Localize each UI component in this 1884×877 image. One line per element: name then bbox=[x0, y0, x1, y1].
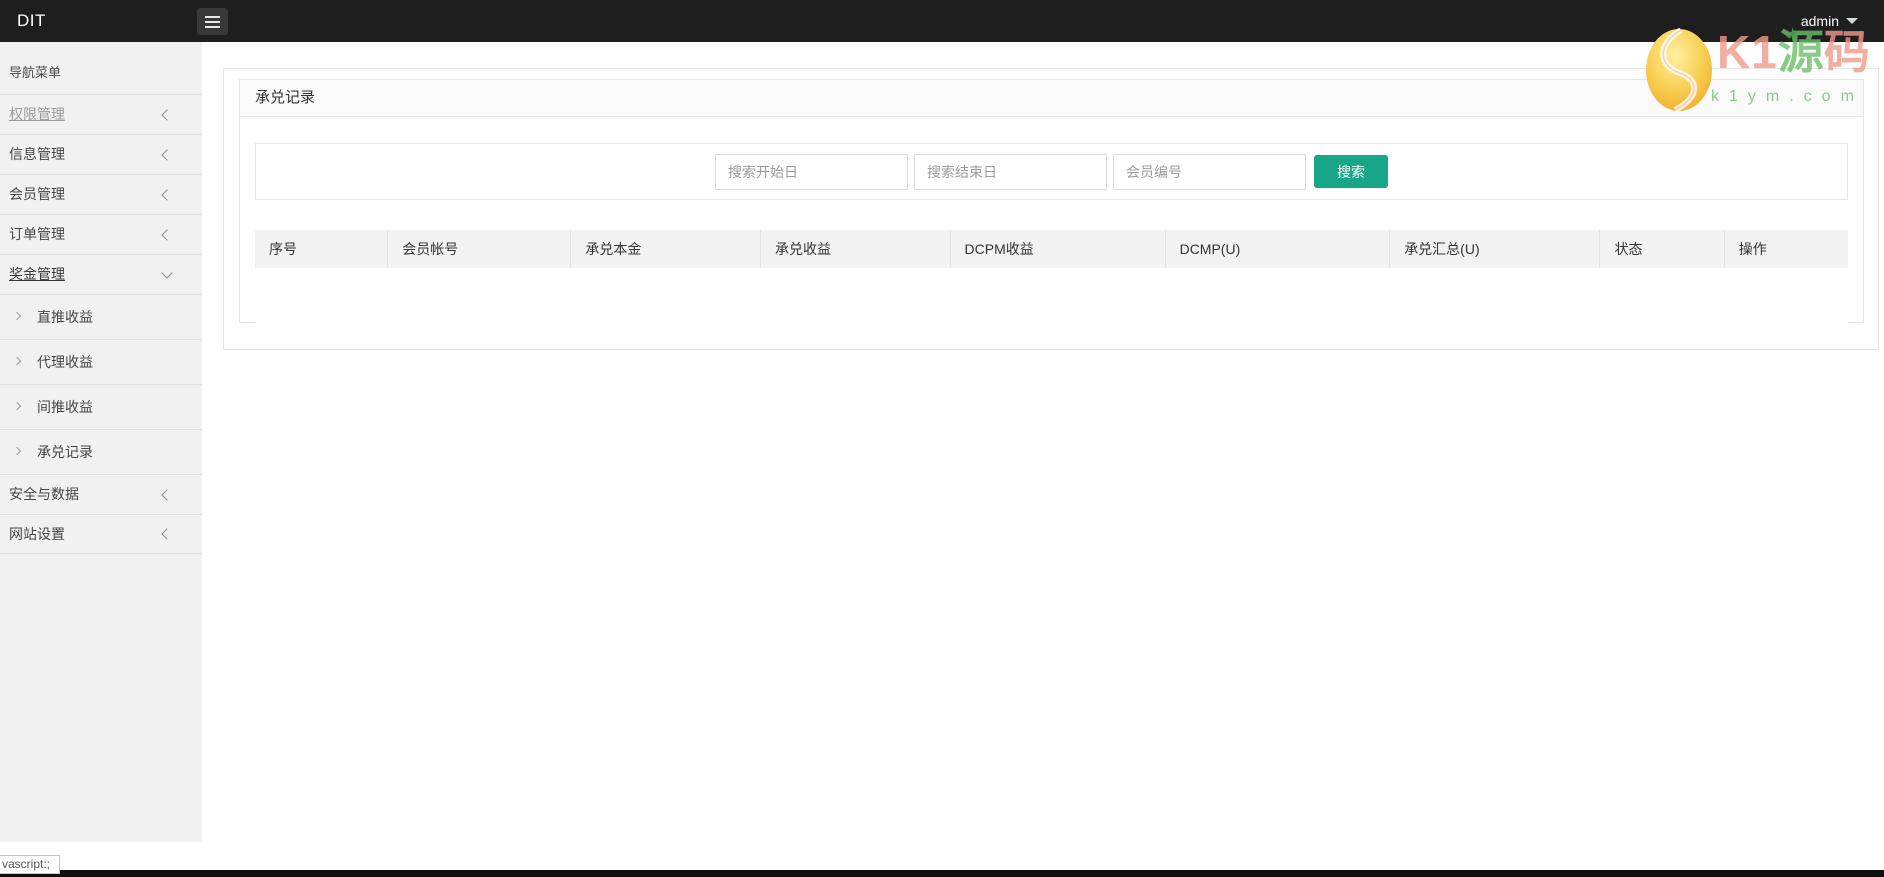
link-status-tooltip: vascript:; bbox=[0, 855, 61, 874]
sidebar-item-security-data[interactable]: 安全与数据 bbox=[0, 474, 202, 514]
chevron-right-icon bbox=[12, 311, 22, 321]
col-header-member-account: 会员帐号 bbox=[387, 230, 570, 268]
sidebar-item-bonus[interactable]: 奖金管理 bbox=[0, 254, 202, 294]
hamburger-icon bbox=[205, 20, 220, 23]
col-header-income: 承兑收益 bbox=[759, 230, 950, 268]
col-header-actions: 操作 bbox=[1723, 230, 1848, 268]
chevron-left-icon bbox=[161, 228, 173, 241]
bottom-edge-bar bbox=[0, 870, 1884, 877]
sidebar-item-site-settings[interactable]: 网站设置 bbox=[0, 514, 202, 554]
panel-body: 搜索 序号 会员帐号 承兑本金 承兑收益 DCPM收益 DCMP(U) 承兑汇总… bbox=[240, 117, 1863, 324]
records-table: 序号 会员帐号 承兑本金 承兑收益 DCPM收益 DCMP(U) 承兑汇总(U)… bbox=[255, 230, 1848, 324]
chevron-left-icon bbox=[161, 188, 173, 201]
sidebar-subitem-agent-income[interactable]: 代理收益 bbox=[0, 339, 202, 384]
topbar: DIT admin bbox=[0, 0, 1884, 42]
col-header-total-u: 承兑汇总(U) bbox=[1389, 230, 1599, 268]
hamburger-icon bbox=[205, 25, 220, 28]
chevron-down-icon bbox=[161, 266, 173, 279]
sidebar-subitem-direct-income[interactable]: 直推收益 bbox=[0, 294, 202, 339]
chevron-right-icon bbox=[12, 401, 22, 411]
search-end-date-input[interactable] bbox=[914, 153, 1107, 190]
content-card: 承兑记录 搜索 序号 会员帐号 承兑本金 承兑收益 DCPM收益 DCMP( bbox=[223, 68, 1879, 350]
sidebar-item-orders[interactable]: 订单管理 bbox=[0, 214, 202, 254]
col-header-status: 状态 bbox=[1599, 230, 1723, 268]
chevron-left-icon bbox=[161, 108, 173, 121]
col-header-dcmp-u: DCMP(U) bbox=[1164, 230, 1390, 268]
chevron-right-icon bbox=[12, 446, 22, 456]
sidebar-subitem-indirect-income[interactable]: 间推收益 bbox=[0, 384, 202, 429]
user-name: admin bbox=[1800, 13, 1839, 29]
table-header-row: 序号 会员帐号 承兑本金 承兑收益 DCPM收益 DCMP(U) 承兑汇总(U)… bbox=[255, 230, 1848, 268]
panel-title: 承兑记录 bbox=[240, 80, 1863, 117]
col-header-principal: 承兑本金 bbox=[570, 230, 760, 268]
col-header-dcpm-income: DCPM收益 bbox=[949, 230, 1165, 268]
acceptance-records-panel: 承兑记录 搜索 序号 会员帐号 承兑本金 承兑收益 DCPM收益 DCMP( bbox=[239, 79, 1864, 324]
app-logo: DIT bbox=[17, 11, 46, 30]
chevron-left-icon bbox=[161, 528, 173, 540]
sidebar-subitem-acceptance-records[interactable]: 承兑记录 bbox=[0, 429, 202, 474]
chevron-right-icon bbox=[12, 356, 22, 366]
caret-down-icon bbox=[1846, 18, 1858, 24]
member-number-input[interactable] bbox=[1113, 153, 1306, 190]
sidebar-item-information[interactable]: 信息管理 bbox=[0, 134, 202, 174]
user-menu[interactable]: admin bbox=[1801, 0, 1858, 42]
sidebar-header: 导航菜单 bbox=[9, 65, 62, 80]
sidebar-toggle-button[interactable] bbox=[197, 8, 228, 35]
table-empty-body bbox=[255, 268, 1848, 324]
chevron-left-icon bbox=[161, 148, 173, 161]
col-header-index: 序号 bbox=[269, 241, 297, 257]
search-button[interactable]: 搜索 bbox=[1314, 155, 1388, 188]
chevron-left-icon bbox=[161, 488, 173, 501]
sidebar-item-members[interactable]: 会员管理 bbox=[0, 174, 202, 214]
main-content: 承兑记录 搜索 序号 会员帐号 承兑本金 承兑收益 DCPM收益 DCMP( bbox=[202, 42, 1884, 877]
search-toolbar: 搜索 bbox=[255, 143, 1848, 200]
sidebar: 导航菜单 权限管理 信息管理 会员管理 订单管理 奖金管理 直推收益 代理收益 … bbox=[0, 42, 202, 842]
hamburger-icon bbox=[205, 15, 220, 18]
search-start-date-input[interactable] bbox=[715, 153, 908, 190]
sidebar-item-permissions[interactable]: 权限管理 bbox=[0, 94, 202, 134]
